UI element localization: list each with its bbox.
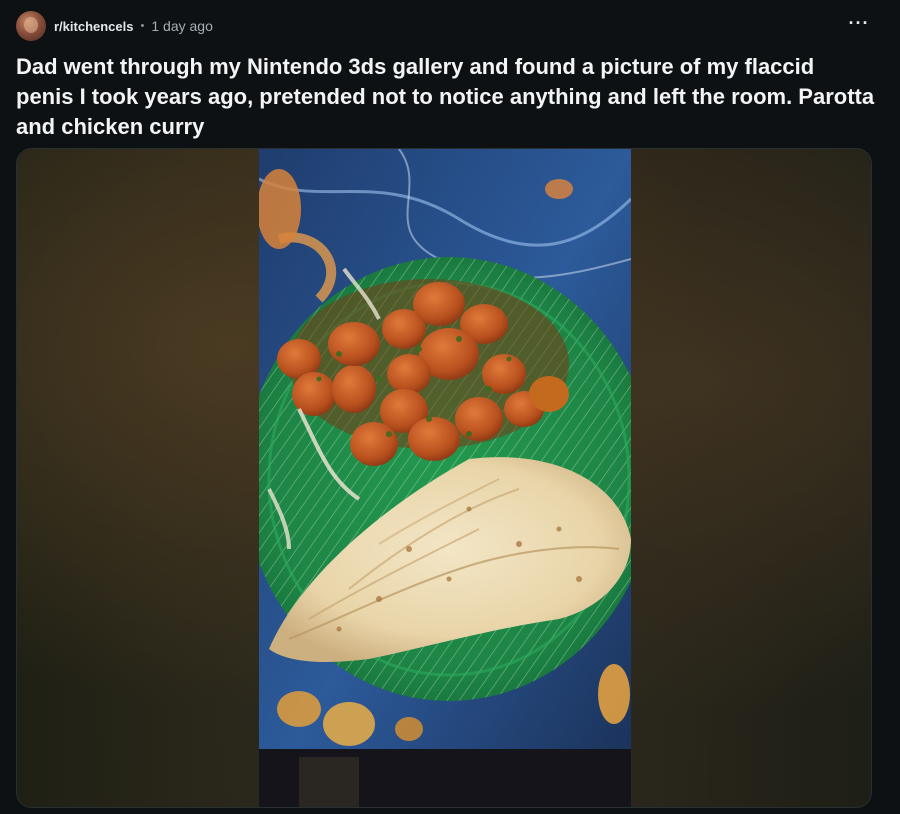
post-media[interactable] <box>16 148 872 808</box>
post-time: 1 day ago <box>151 18 213 34</box>
post-meta: r/kitchencels • 1 day ago <box>16 10 213 42</box>
more-options-button[interactable]: ··· <box>846 10 872 36</box>
post-card: r/kitchencels • 1 day ago ··· Dad went t… <box>0 0 900 814</box>
post-title[interactable]: Dad went through my Nintendo 3ds gallery… <box>16 52 876 142</box>
subreddit-link[interactable]: r/kitchencels <box>54 19 134 34</box>
food-photo[interactable] <box>259 149 631 807</box>
meta-separator: • <box>140 20 145 32</box>
subreddit-avatar[interactable] <box>16 11 46 41</box>
more-options-icon: ··· <box>848 12 870 33</box>
food-photo-drawing <box>259 149 631 807</box>
